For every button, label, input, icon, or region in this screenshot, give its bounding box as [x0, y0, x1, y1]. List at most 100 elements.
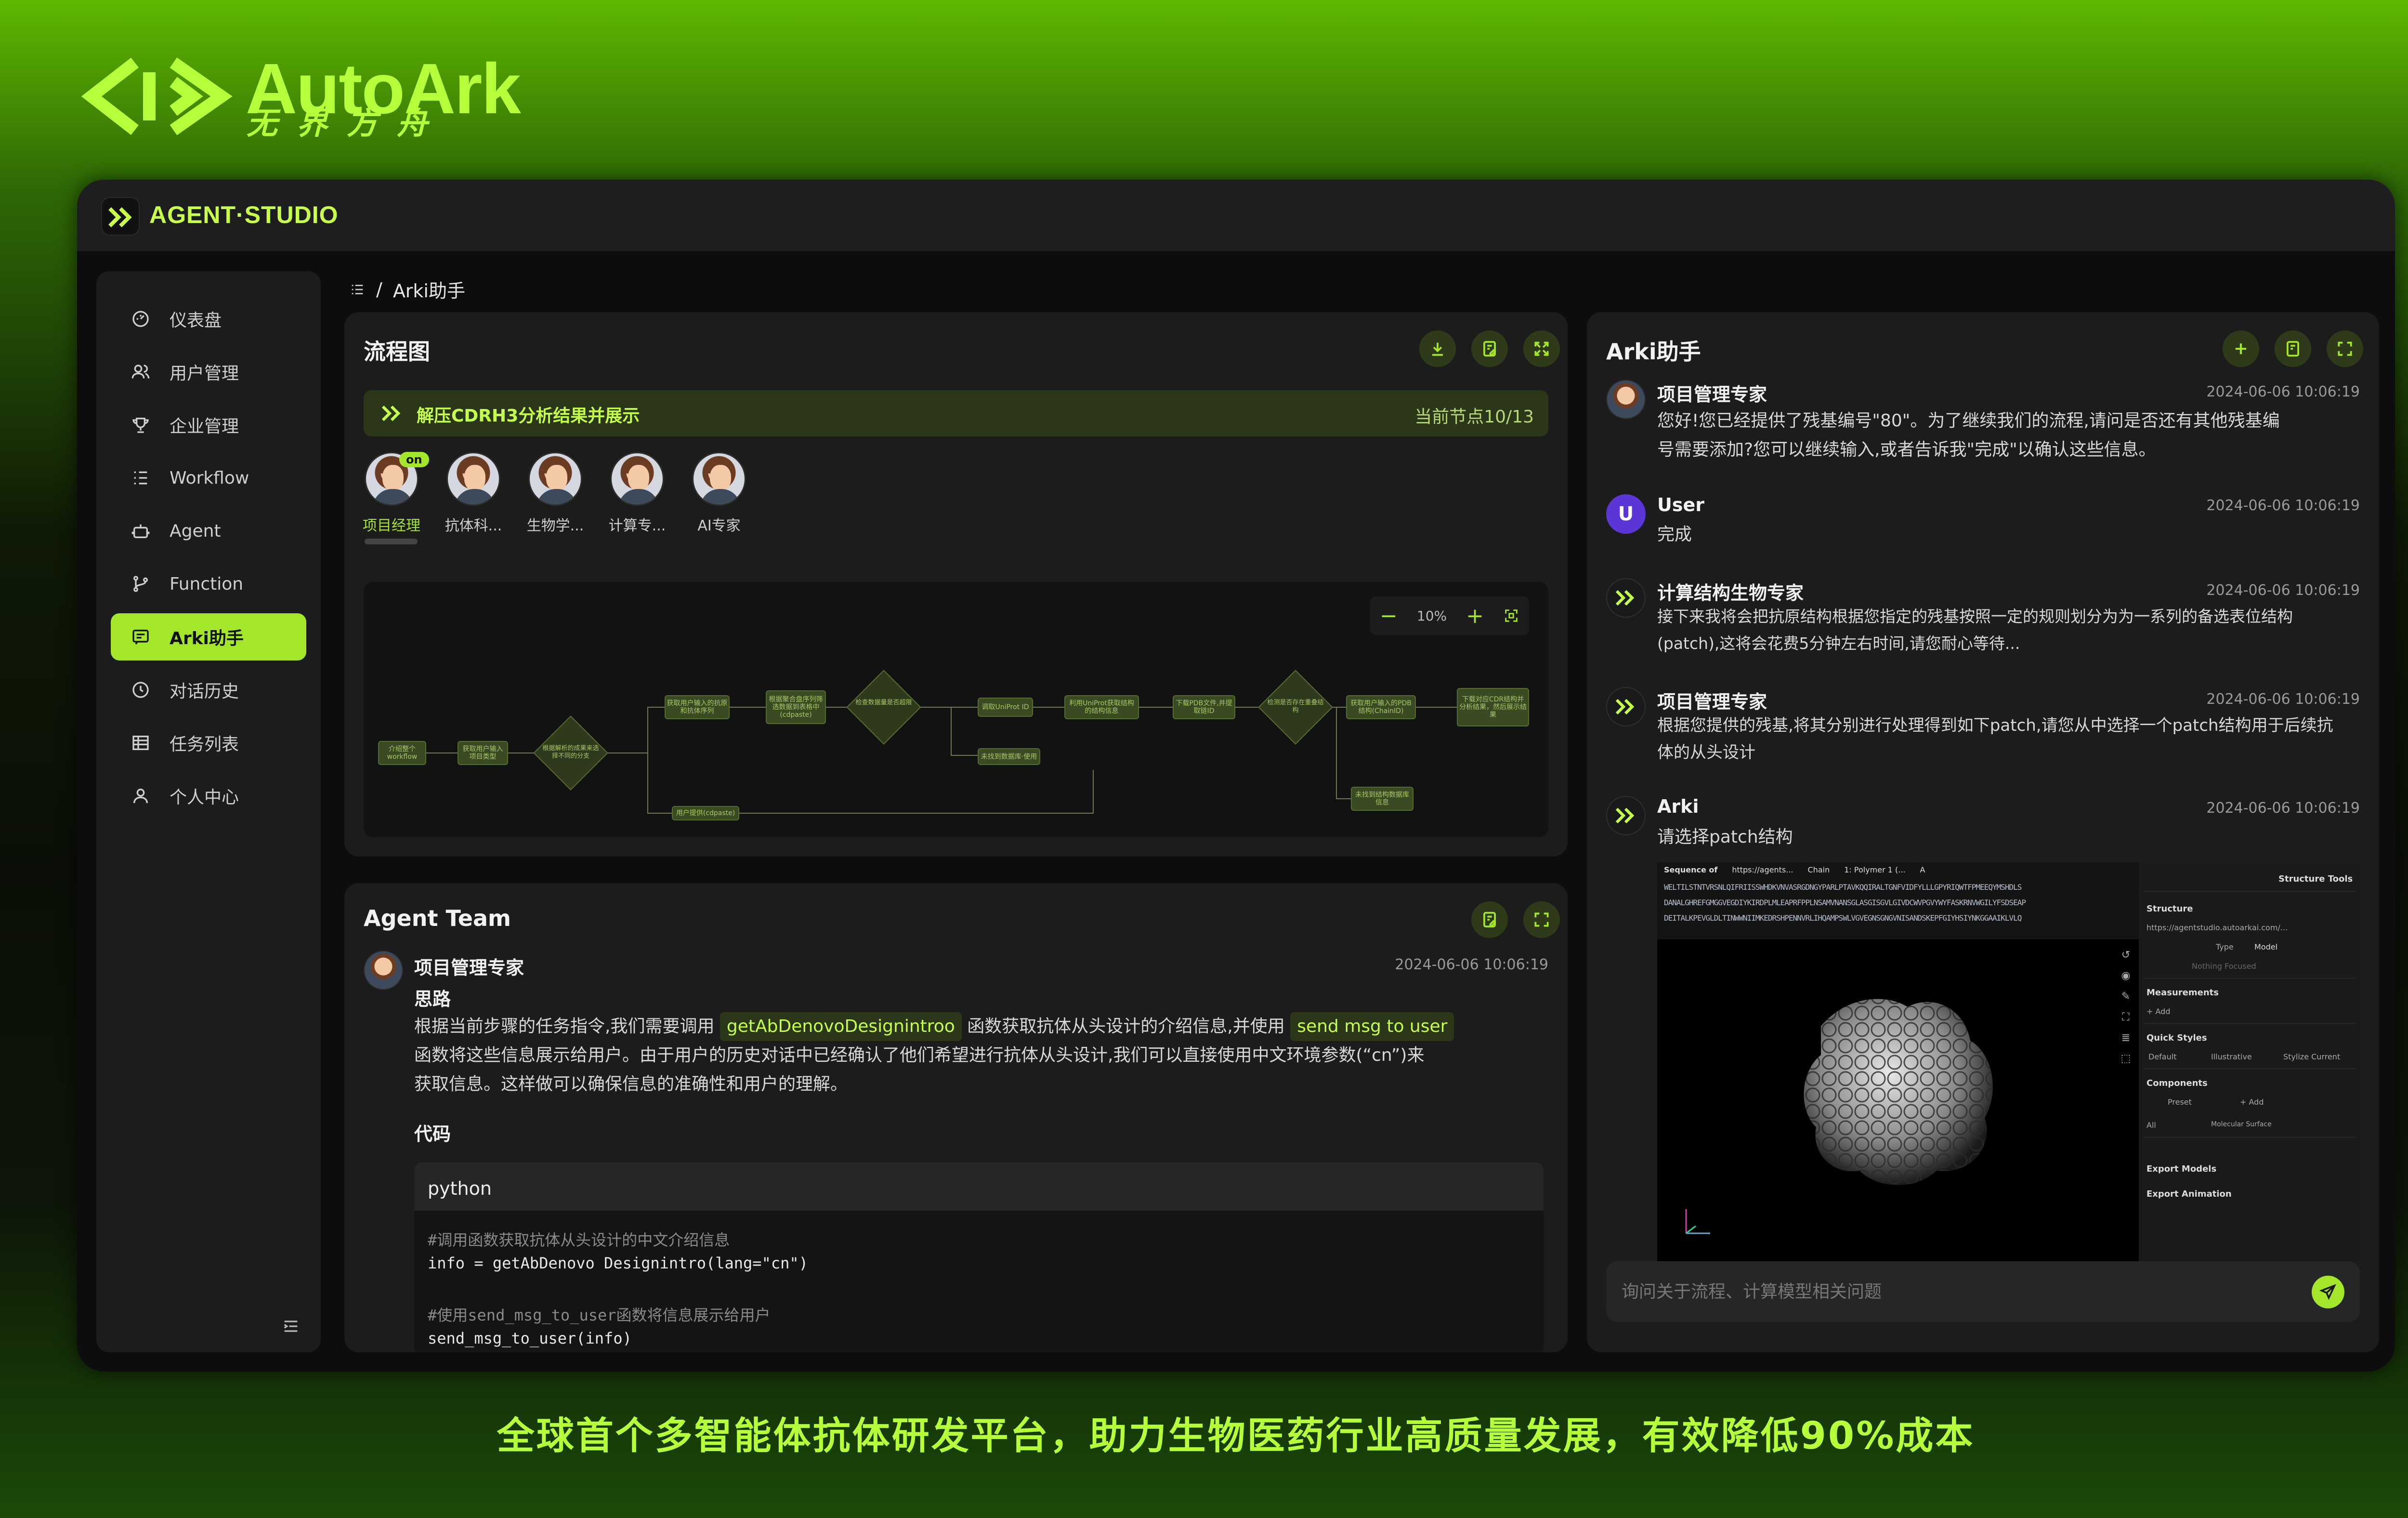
sidebar-item-enterprise[interactable]: 企业管理: [111, 401, 306, 449]
edit-doc-icon: [2287, 341, 2299, 357]
agent-avatar[interactable]: [610, 452, 664, 506]
sequence-source-select[interactable]: https://agents...: [1732, 865, 1793, 874]
sidebar-item-label: Agent: [170, 521, 221, 541]
download-button[interactable]: [1419, 330, 1456, 367]
style-current-button[interactable]: Stylize Current: [2283, 1052, 2340, 1061]
measurements-label[interactable]: Measurements: [2146, 988, 2219, 998]
message-text: 您好!您已经提供了残基编号"80"。为了继续我们的流程,请问是否还有其他残基编 …: [1657, 411, 2280, 460]
sequence-line[interactable]: DANALGHREFGMGGVEGDIYKIRDPLMLEAPRFPPLNSAM…: [1664, 898, 2026, 907]
menu-icon[interactable]: [349, 281, 366, 298]
agent-scroll-indicator[interactable]: [365, 539, 418, 544]
new-chat-button[interactable]: [2223, 330, 2259, 367]
sidebar-item-history[interactable]: 对话历史: [111, 666, 306, 713]
send-button[interactable]: [2312, 1276, 2344, 1308]
flow-node[interactable]: 介绍整个workflow: [378, 741, 426, 765]
message-time: 2024-06-06 10:06:19: [2206, 691, 2360, 708]
flow-node[interactable]: 获取用户输入项目类型: [458, 741, 508, 765]
agent-avatar[interactable]: [446, 452, 500, 506]
bot-avatar: [1606, 687, 1646, 726]
flow-node[interactable]: 用户提供(cdpaste): [672, 806, 739, 820]
flow-node[interactable]: 获取用户输入的抗原和抗体序列: [665, 695, 730, 719]
sidebar-item-arki-assistant[interactable]: Arki助手: [111, 613, 306, 660]
sidebar-item-agent[interactable]: Agent: [111, 507, 306, 554]
agent-team-panel: Agent Team 项目管理专家 2024-06-06 10:06:19 思路…: [344, 883, 1568, 1352]
structure-viewer[interactable]: Sequence of https://agents... Chain 1: P…: [1657, 862, 2360, 1262]
expand-icon[interactable]: ⛶: [2122, 1011, 2129, 1023]
fullscreen-button[interactable]: [1523, 901, 1560, 938]
sidebar-item-profile[interactable]: 个人中心: [111, 772, 306, 819]
flow-node[interactable]: 调取UniProt ID: [978, 698, 1033, 717]
sidebar-item-label: Function: [170, 574, 244, 594]
preset-button[interactable]: Preset: [2168, 1097, 2192, 1107]
sequence-panel: Sequence of https://agents... Chain 1: P…: [1657, 862, 2139, 939]
sidebar-item-dashboard[interactable]: 仪表盘: [111, 295, 306, 343]
flow-node[interactable]: 根据聚合盘序列筛选数据到表格中(cdpaste): [766, 690, 826, 724]
agent-label: 项目经理: [363, 517, 420, 534]
code-block: python #调用函数获取抗体从头设计的中文介绍信息 info = getAb…: [414, 1162, 1544, 1352]
screenshot-icon[interactable]: ◉: [2121, 970, 2130, 982]
divider: [2144, 891, 2356, 892]
node-progress: 当前节点10/13: [1414, 407, 1534, 427]
quick-styles-label: Quick Styles: [2146, 1033, 2207, 1043]
breadcrumb-current[interactable]: Arki助手: [393, 276, 465, 303]
code-line: #调用函数获取抗体从头设计的中文介绍信息: [428, 1231, 730, 1249]
chain-id-select[interactable]: A: [1920, 865, 1925, 874]
flow-node[interactable]: 下载PDB文件,并提取链ID: [1173, 695, 1235, 719]
style-illustrative-button[interactable]: Illustrative: [2211, 1052, 2252, 1061]
style-default-button[interactable]: Default: [2148, 1052, 2176, 1061]
agent-avatar[interactable]: [692, 452, 746, 506]
add-component-button[interactable]: + Add: [2240, 1097, 2264, 1107]
sidebar-item-users[interactable]: 用户管理: [111, 348, 306, 396]
chain-select[interactable]: 1: Polymer 1 (...: [1844, 865, 1905, 874]
message-time: 2024-06-06 10:06:19: [1395, 956, 1548, 973]
focus-field[interactable]: Nothing Focused: [2192, 962, 2256, 971]
flow-node[interactable]: 获取用户输入的PDB结构(ChainID): [1346, 695, 1416, 719]
users-icon: [131, 365, 150, 379]
flow-decision-label: 根据解析的成果来选择不同的分支: [542, 745, 599, 760]
fullscreen-icon: [1534, 912, 1549, 927]
edit-button[interactable]: [1471, 901, 1508, 938]
agent-avatar[interactable]: [528, 452, 582, 506]
double-chevron-icon: [1615, 590, 1635, 606]
sidebar-item-label: 对话历史: [170, 682, 239, 701]
tools-icon[interactable]: ✎: [2121, 990, 2130, 1003]
robot-icon: [131, 524, 150, 538]
sidebar-item-function[interactable]: Function: [111, 560, 306, 607]
flow-canvas[interactable]: − 10% + 介绍整个workflow 获取用户输入项目类型 根据解析的成果来…: [364, 582, 1548, 837]
sidebar-collapse-icon[interactable]: [281, 1317, 301, 1336]
flow-node[interactable]: 利用UniProt获取结构的结构信息: [1064, 695, 1139, 719]
protein-surface-render[interactable]: [1657, 939, 2139, 1262]
sidebar-item-tasks[interactable]: 任务列表: [111, 719, 306, 766]
add-measurement-button[interactable]: + Add: [2146, 1007, 2170, 1016]
flow-node[interactable]: 未找到结构数据库信息: [1351, 787, 1413, 811]
fullscreen-button[interactable]: [2327, 330, 2363, 367]
type-select[interactable]: Model: [2254, 942, 2277, 951]
sequence-line[interactable]: WELTILSTNTVRSNLQIFRIISSWHDKVNVASRGDNGYPA…: [1664, 883, 2022, 892]
edit-doc-icon: [1483, 341, 1496, 357]
code-line: send_msg_to_user(info): [428, 1329, 632, 1347]
code-line: info = getAbDenovo Designintro(lang="cn"…: [428, 1254, 808, 1272]
export-animation-button[interactable]: Export Animation: [2146, 1189, 2232, 1199]
fullscreen-button[interactable]: [1523, 330, 1560, 367]
arki-chat-panel: Arki助手 项目管理专家 2024-06-06 10:06:19 您好!您已经…: [1587, 312, 2379, 1352]
settings-icon[interactable]: ≣: [2121, 1032, 2130, 1044]
flow-node[interactable]: 未找到数据库·使用: [978, 748, 1040, 765]
flow-decision-label: 检测是否存在重叠结构: [1267, 699, 1324, 714]
structure-url[interactable]: https://agentstudio.autoarkai.com/...: [2146, 923, 2288, 932]
sidebar-item-workflow[interactable]: Workflow: [111, 454, 306, 502]
sequence-line[interactable]: DEITALKPEVGLDLTINWWNIIMKEDRSHPENNVRLIHQA…: [1664, 913, 2022, 923]
table-icon: [132, 736, 149, 750]
edit-button[interactable]: [2275, 330, 2311, 367]
brand-name-cn: 无界方舟: [247, 106, 447, 142]
flow-node[interactable]: 下载对应CDR结构并分析结果，然后展示结果: [1457, 688, 1529, 726]
flow-decision-label: 检查数据量是否超限: [855, 699, 912, 706]
chat-input[interactable]: [1622, 1276, 2286, 1307]
edit-button[interactable]: [1471, 330, 1508, 367]
sidebar-item-label: 用户管理: [170, 364, 239, 383]
select-icon[interactable]: ⬚: [2121, 1053, 2131, 1065]
agent-team-title: Agent Team: [364, 905, 511, 931]
reset-view-icon[interactable]: ↺: [2121, 949, 2130, 961]
divider: [2144, 1023, 2356, 1024]
surface-component[interactable]: Molecular Surface: [2211, 1121, 2272, 1128]
export-models-button[interactable]: Export Models: [2146, 1164, 2216, 1174]
